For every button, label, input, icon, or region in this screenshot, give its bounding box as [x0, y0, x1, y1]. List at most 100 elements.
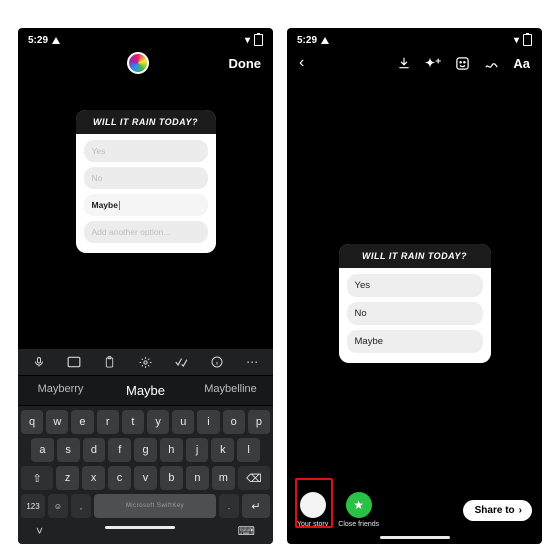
chevron-right-icon: ›	[519, 505, 522, 516]
key-w[interactable]: w	[46, 410, 68, 434]
kb-info-icon[interactable]	[208, 354, 226, 370]
kb-settings-icon[interactable]	[136, 354, 154, 370]
key-j[interactable]: j	[186, 438, 209, 462]
key-shift[interactable]: ⇧	[21, 466, 53, 490]
key-comma[interactable]: ,	[71, 494, 91, 518]
wifi-icon: ▾	[514, 35, 519, 46]
effects-icon[interactable]: ✦⁺	[425, 56, 441, 70]
key-emoji[interactable]: ☺	[48, 494, 68, 518]
key-p[interactable]: p	[248, 410, 270, 434]
key-h[interactable]: h	[160, 438, 183, 462]
text-caret	[119, 201, 120, 210]
key-v[interactable]: v	[134, 466, 157, 490]
poll-sticker[interactable]: WILL IT RAIN TODAY? Yes No Maybe Add ano…	[76, 110, 216, 253]
key-x[interactable]: x	[82, 466, 105, 490]
key-c[interactable]: c	[108, 466, 131, 490]
key-r[interactable]: r	[97, 410, 119, 434]
poll-option-1[interactable]: Yes	[347, 274, 483, 297]
editor-toolbar: Done	[18, 48, 273, 82]
key-y[interactable]: y	[147, 410, 169, 434]
kb-mic-icon[interactable]	[30, 354, 48, 370]
keyboard-suggestions: Mayberry Maybe Maybelline	[18, 375, 273, 406]
key-s[interactable]: s	[57, 438, 80, 462]
key-a[interactable]: a	[31, 438, 54, 462]
phone-left-story-poll-edit: 5:29 ▾ Done WILL IT RAIN TODAY? Yes No M…	[18, 28, 273, 544]
key-row-2: a s d f g h j k l	[21, 438, 270, 462]
key-g[interactable]: g	[134, 438, 157, 462]
done-button[interactable]: Done	[229, 56, 262, 71]
kb-clipboard-icon[interactable]	[101, 354, 119, 370]
key-row-3: ⇧ z x c v b n m ⌫	[21, 466, 270, 490]
home-indicator[interactable]	[380, 536, 450, 539]
home-indicator[interactable]	[105, 526, 175, 529]
key-f[interactable]: f	[108, 438, 131, 462]
nav-keyboard-switch-icon[interactable]: ⌨	[238, 524, 255, 538]
key-z[interactable]: z	[56, 466, 79, 490]
phone-right-story-share: 5:29 ▾ ‹ ✦⁺ Aa WILL IT RAIN TODAY? Yes N…	[287, 28, 542, 544]
story-top-toolbar: ‹ ✦⁺ Aa	[287, 48, 542, 74]
poll-question[interactable]: WILL IT RAIN TODAY?	[76, 110, 216, 134]
share-to-button[interactable]: Share to ›	[463, 500, 532, 521]
story-canvas[interactable]: WILL IT RAIN TODAY? Yes No Maybe	[287, 74, 542, 482]
text-tool-button[interactable]: Aa	[513, 56, 530, 71]
key-i[interactable]: i	[197, 410, 219, 434]
share-to-label: Share to	[475, 505, 515, 516]
key-q[interactable]: q	[21, 410, 43, 434]
keyboard-utility-row: ⋯	[18, 349, 273, 375]
download-icon[interactable]	[397, 56, 411, 70]
key-m[interactable]: m	[212, 466, 235, 490]
wifi-icon: ▾	[245, 35, 250, 46]
suggestion-left[interactable]: Mayberry	[18, 376, 103, 405]
poll-option-3-input[interactable]: Maybe	[84, 194, 208, 216]
poll-option-1-input[interactable]: Yes	[84, 140, 208, 162]
key-numbers[interactable]: 123	[21, 494, 45, 518]
status-bar: 5:29 ▾	[18, 28, 273, 48]
soft-keyboard[interactable]: ⋯ Mayberry Maybe Maybelline q w e r t y …	[18, 349, 273, 544]
poll-option-2-input[interactable]: No	[84, 167, 208, 189]
key-u[interactable]: u	[172, 410, 194, 434]
nav-bar: ˅ ⌨	[18, 520, 273, 544]
close-friends-star-icon: ★	[346, 492, 372, 518]
draw-icon[interactable]	[484, 56, 499, 71]
warning-icon	[52, 37, 60, 44]
key-d[interactable]: d	[83, 438, 106, 462]
poll-option-3-value: Maybe	[92, 200, 118, 210]
clock: 5:29	[297, 35, 317, 46]
key-k[interactable]: k	[211, 438, 234, 462]
key-backspace[interactable]: ⌫	[238, 466, 270, 490]
suggestion-mid[interactable]: Maybe	[103, 376, 188, 405]
back-button[interactable]: ‹	[299, 54, 304, 72]
key-n[interactable]: n	[186, 466, 209, 490]
kb-gif-icon[interactable]	[65, 354, 83, 370]
key-enter[interactable]: ↵	[242, 494, 270, 518]
poll-add-option-input[interactable]: Add another option...	[84, 221, 208, 243]
kb-check-icon[interactable]	[172, 354, 190, 370]
sticker-icon[interactable]	[455, 56, 470, 71]
battery-icon	[254, 34, 263, 46]
kb-more-icon[interactable]: ⋯	[243, 354, 261, 370]
suggestion-right[interactable]: Maybelline	[188, 376, 273, 405]
story-canvas[interactable]: WILL IT RAIN TODAY? Yes No Maybe Add ano…	[18, 82, 273, 349]
poll-option-2[interactable]: No	[347, 302, 483, 325]
nav-collapse-icon[interactable]: ˅	[36, 524, 43, 538]
clock: 5:29	[28, 35, 48, 46]
poll-question: WILL IT RAIN TODAY?	[339, 244, 491, 268]
key-t[interactable]: t	[122, 410, 144, 434]
key-o[interactable]: o	[223, 410, 245, 434]
close-friends-label: Close friends	[338, 521, 379, 528]
close-friends-button[interactable]: ★ Close friends	[338, 492, 379, 528]
poll-sticker[interactable]: WILL IT RAIN TODAY? Yes No Maybe	[339, 244, 491, 363]
key-period[interactable]: .	[219, 494, 239, 518]
poll-option-3[interactable]: Maybe	[347, 330, 483, 353]
key-row-1: q w e r t y u i o p	[21, 410, 270, 434]
warning-icon	[321, 37, 329, 44]
key-e[interactable]: e	[71, 410, 93, 434]
key-space[interactable]: Microsoft SwiftKey	[94, 494, 216, 518]
annotation-highlight-box	[295, 478, 333, 528]
key-b[interactable]: b	[160, 466, 183, 490]
status-bar: 5:29 ▾	[287, 28, 542, 48]
key-row-4: 123 ☺ , Microsoft SwiftKey . ↵	[21, 494, 270, 518]
battery-icon	[523, 34, 532, 46]
key-l[interactable]: l	[237, 438, 260, 462]
color-picker-ring-icon[interactable]	[127, 52, 149, 74]
